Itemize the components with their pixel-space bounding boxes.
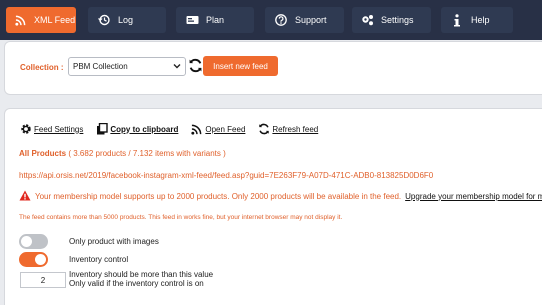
min-inventory-input[interactable]: 2 xyxy=(20,272,66,288)
nav-label: Settings xyxy=(381,15,414,25)
all-products-label: All Products xyxy=(19,149,67,158)
membership-warning: Your membership model supports up to 200… xyxy=(19,190,542,202)
toggle-knob xyxy=(35,254,46,265)
min-inventory-description: Inventory should be more than this value xyxy=(69,270,214,279)
nav-label: Help xyxy=(471,15,490,25)
collection-panel: Collection : PBM Collection Insert new f… xyxy=(4,41,542,95)
history-icon xyxy=(97,13,111,27)
gear-icon xyxy=(19,123,32,136)
chevron-down-icon xyxy=(173,62,181,72)
nav-label: XML Feed xyxy=(34,15,76,25)
collection-select[interactable]: PBM Collection xyxy=(68,57,186,76)
insert-new-feed-button[interactable]: Insert new feed xyxy=(203,56,278,76)
nav-settings[interactable]: Settings xyxy=(352,7,431,33)
nav-label: Support xyxy=(295,15,327,25)
min-inventory-note: Only valid if the inventory control is o… xyxy=(69,279,204,288)
refresh-feed-label: Refresh feed xyxy=(272,124,319,134)
refresh-feed-link[interactable]: Refresh feed xyxy=(257,123,318,136)
only-images-label: Only product with images xyxy=(69,237,159,246)
collection-label: Collection : xyxy=(20,63,64,72)
refresh-collection-button[interactable] xyxy=(187,57,203,75)
warning-text: Your membership model supports up to 200… xyxy=(35,191,402,201)
nav-label: Log xyxy=(118,15,134,25)
warning-icon xyxy=(19,190,31,202)
copy-to-clipboard-link[interactable]: Copy to clipboard xyxy=(95,123,178,136)
toggle-knob xyxy=(21,236,32,247)
rss-icon xyxy=(190,123,203,136)
help-circle-icon xyxy=(274,13,288,27)
feed-settings-label: Feed Settings xyxy=(34,124,84,134)
feed-actions: Feed Settings Copy to clipboard Open Fee… xyxy=(19,122,330,136)
product-count: All Products ( 3.682 products / 7.132 it… xyxy=(19,149,226,158)
nav-help[interactable]: Help xyxy=(441,7,513,33)
nav-label: Plan xyxy=(206,15,225,25)
upgrade-membership-link[interactable]: Upgrade your membership model for m xyxy=(405,192,542,201)
open-feed-label: Open Feed xyxy=(205,124,246,134)
open-feed-link[interactable]: Open Feed xyxy=(190,123,245,136)
gears-icon xyxy=(360,13,374,27)
plan-icon xyxy=(185,13,199,27)
feed-panel: Feed Settings Copy to clipboard Open Fee… xyxy=(4,108,542,305)
nav-support[interactable]: Support xyxy=(265,7,344,33)
large-feed-notice: The feed contains more than 5000 product… xyxy=(19,214,343,221)
feed-url[interactable]: https://api.orsis.net/2019/facebook-inst… xyxy=(19,171,433,180)
rss-icon xyxy=(13,13,27,27)
inventory-control-toggle[interactable] xyxy=(19,252,48,267)
inventory-control-label: Inventory control xyxy=(69,255,129,264)
feed-settings-link[interactable]: Feed Settings xyxy=(19,123,83,136)
nav-xml-feed[interactable]: XML Feed xyxy=(6,7,76,33)
only-images-toggle[interactable] xyxy=(19,234,48,249)
nav-plan[interactable]: Plan xyxy=(176,7,254,33)
collection-selected-value: PBM Collection xyxy=(73,62,128,71)
nav-log[interactable]: Log xyxy=(88,7,166,33)
all-products-count: ( 3.682 products / 7.132 items with vari… xyxy=(68,149,226,158)
top-navigation: XML Feed Log Plan Support Settings Help xyxy=(0,0,542,40)
copy-label: Copy to clipboard xyxy=(110,124,179,134)
copy-icon xyxy=(95,123,108,136)
refresh-icon xyxy=(257,123,270,136)
refresh-icon xyxy=(188,58,203,75)
info-icon xyxy=(450,13,464,27)
